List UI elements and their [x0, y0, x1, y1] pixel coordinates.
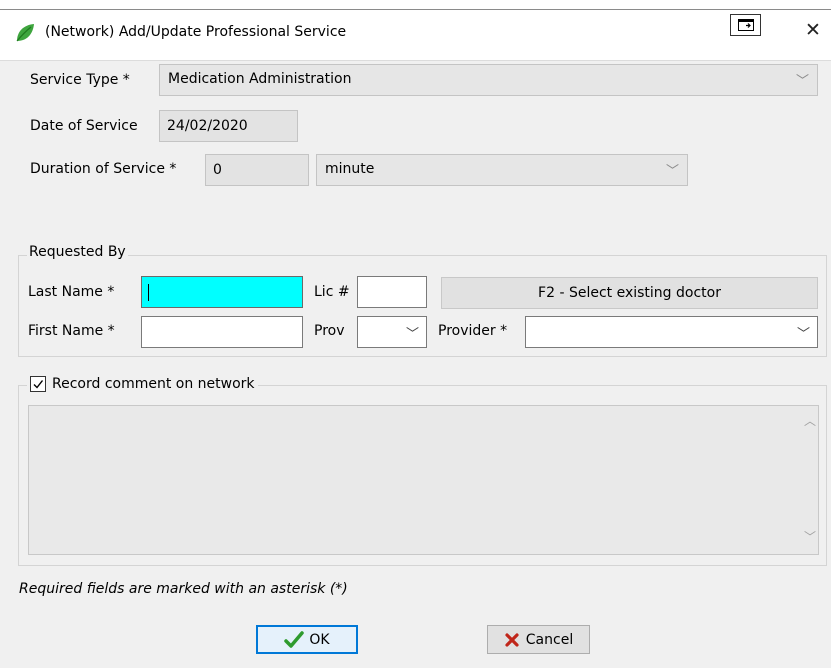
checkmark-icon: [284, 630, 305, 648]
provider-select[interactable]: ﹀: [525, 316, 818, 348]
required-fields-note: Required fields are marked with an aster…: [19, 581, 348, 597]
service-type-label: Service Type *: [30, 72, 130, 88]
duration-input[interactable]: 0: [205, 154, 309, 186]
title-top-border: [0, 9, 831, 10]
comment-textarea[interactable]: ︿ ﹀: [28, 405, 819, 555]
ok-button[interactable]: OK: [256, 625, 358, 654]
chevron-down-icon: ﹀: [796, 327, 810, 342]
lic-label: Lic #: [314, 284, 350, 300]
last-name-input[interactable]: [141, 276, 303, 308]
cancel-x-icon: [505, 632, 519, 647]
first-name-input[interactable]: [141, 316, 303, 348]
service-type-select[interactable]: Medication Administration ﹀: [159, 64, 818, 96]
lic-input[interactable]: [357, 276, 427, 308]
ok-label: OK: [309, 631, 330, 648]
close-button[interactable]: ✕: [805, 19, 821, 41]
date-of-service-field: 24/02/2020: [159, 110, 298, 142]
requested-by-legend: Requested By: [27, 244, 128, 260]
comment-checkbox-row[interactable]: Record comment on network: [27, 376, 258, 392]
last-name-label: Last Name *: [28, 284, 115, 300]
checkmark-icon: [33, 380, 44, 389]
scroll-up-icon[interactable]: ︿: [804, 412, 816, 429]
duration-unit-value: minute: [325, 161, 375, 177]
chevron-down-icon: ﹀: [405, 327, 419, 342]
select-existing-doctor-button[interactable]: F2 - Select existing doctor: [441, 277, 818, 309]
prov-label: Prov: [314, 323, 345, 339]
title-bottom-border: [0, 60, 831, 61]
prov-select[interactable]: ﹀: [357, 316, 427, 348]
text-cursor: [148, 284, 149, 301]
service-type-value: Medication Administration: [168, 71, 352, 87]
scroll-down-icon[interactable]: ﹀: [804, 528, 816, 545]
cancel-label: Cancel: [525, 631, 574, 648]
duration-unit-select[interactable]: minute ﹀: [316, 154, 688, 186]
select-existing-doctor-label: F2 - Select existing doctor: [538, 285, 721, 301]
restore-button[interactable]: [730, 14, 761, 36]
first-name-label: First Name *: [28, 323, 115, 339]
cancel-button[interactable]: Cancel: [487, 625, 590, 654]
chevron-down-icon: ﹀: [665, 164, 679, 179]
date-of-service-label: Date of Service: [30, 118, 138, 134]
duration-label: Duration of Service *: [30, 161, 177, 177]
date-of-service-value: 24/02/2020: [167, 118, 248, 134]
provider-label: Provider *: [438, 323, 508, 339]
window-restore-icon: [737, 19, 754, 31]
comment-checkbox-label: Record comment on network: [52, 376, 255, 392]
comment-checkbox[interactable]: [30, 376, 46, 392]
window-title: (Network) Add/Update Professional Servic…: [45, 24, 347, 40]
comment-scrollbar[interactable]: ︿ ﹀: [800, 406, 818, 554]
chevron-down-icon: ﹀: [795, 74, 809, 89]
leaf-icon: [16, 24, 34, 42]
duration-value: 0: [213, 162, 222, 178]
